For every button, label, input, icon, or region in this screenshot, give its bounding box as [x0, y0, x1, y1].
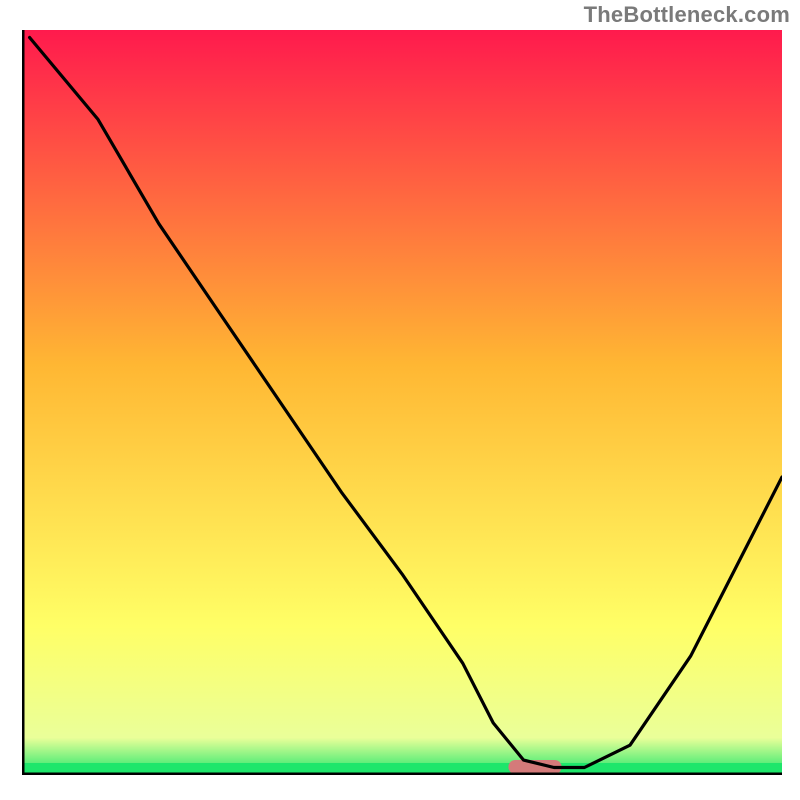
plot-area — [22, 30, 782, 775]
chart-container: TheBottleneck.com — [0, 0, 800, 800]
chart-svg — [22, 30, 782, 775]
gradient-background — [22, 30, 782, 775]
watermark-text: TheBottleneck.com — [584, 2, 790, 28]
